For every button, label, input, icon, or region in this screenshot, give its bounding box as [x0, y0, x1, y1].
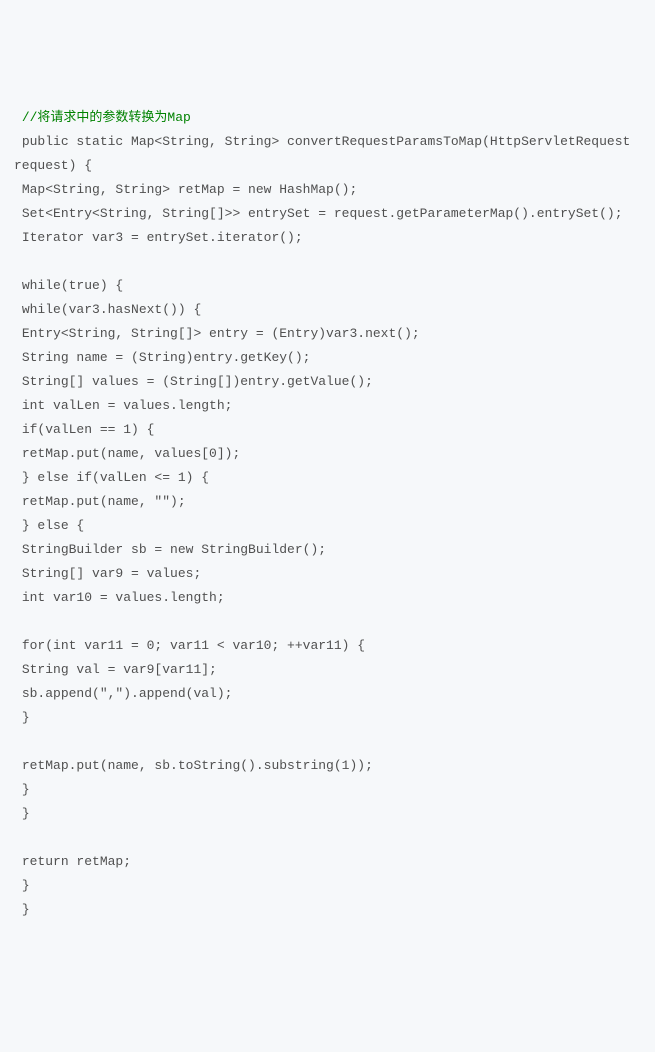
- code-line: }: [14, 706, 641, 730]
- code-line: retMap.put(name, values[0]);: [14, 442, 641, 466]
- code-line: } else {: [14, 514, 641, 538]
- code-line: }: [14, 898, 641, 922]
- code-line: [14, 610, 641, 634]
- code-line: String val = var9[var11];: [14, 658, 641, 682]
- code-line: //将请求中的参数转换为Map: [14, 106, 641, 130]
- code-line: }: [14, 802, 641, 826]
- code-line: }: [14, 778, 641, 802]
- code-line: public static Map<String, String> conver…: [14, 130, 641, 178]
- code-line: [14, 730, 641, 754]
- code-line: retMap.put(name, sb.toString().substring…: [14, 754, 641, 778]
- code-line: [14, 250, 641, 274]
- code-line: String name = (String)entry.getKey();: [14, 346, 641, 370]
- code-line: Iterator var3 = entrySet.iterator();: [14, 226, 641, 250]
- code-line: int valLen = values.length;: [14, 394, 641, 418]
- code-line: StringBuilder sb = new StringBuilder();: [14, 538, 641, 562]
- code-line: retMap.put(name, "");: [14, 490, 641, 514]
- code-line: while(var3.hasNext()) {: [14, 298, 641, 322]
- code-line: }: [14, 874, 641, 898]
- code-line: return retMap;: [14, 850, 641, 874]
- code-line: if(valLen == 1) {: [14, 418, 641, 442]
- code-block: //将请求中的参数转换为Map public static Map<String…: [14, 106, 641, 922]
- code-line: while(true) {: [14, 274, 641, 298]
- code-line: } else if(valLen <= 1) {: [14, 466, 641, 490]
- code-line: for(int var11 = 0; var11 < var10; ++var1…: [14, 634, 641, 658]
- code-line: Entry<String, String[]> entry = (Entry)v…: [14, 322, 641, 346]
- code-line: Map<String, String> retMap = new HashMap…: [14, 178, 641, 202]
- code-line: sb.append(",").append(val);: [14, 682, 641, 706]
- code-line: Set<Entry<String, String[]>> entrySet = …: [14, 202, 641, 226]
- code-line: [14, 826, 641, 850]
- code-line: String[] var9 = values;: [14, 562, 641, 586]
- code-line: int var10 = values.length;: [14, 586, 641, 610]
- code-line: String[] values = (String[])entry.getVal…: [14, 370, 641, 394]
